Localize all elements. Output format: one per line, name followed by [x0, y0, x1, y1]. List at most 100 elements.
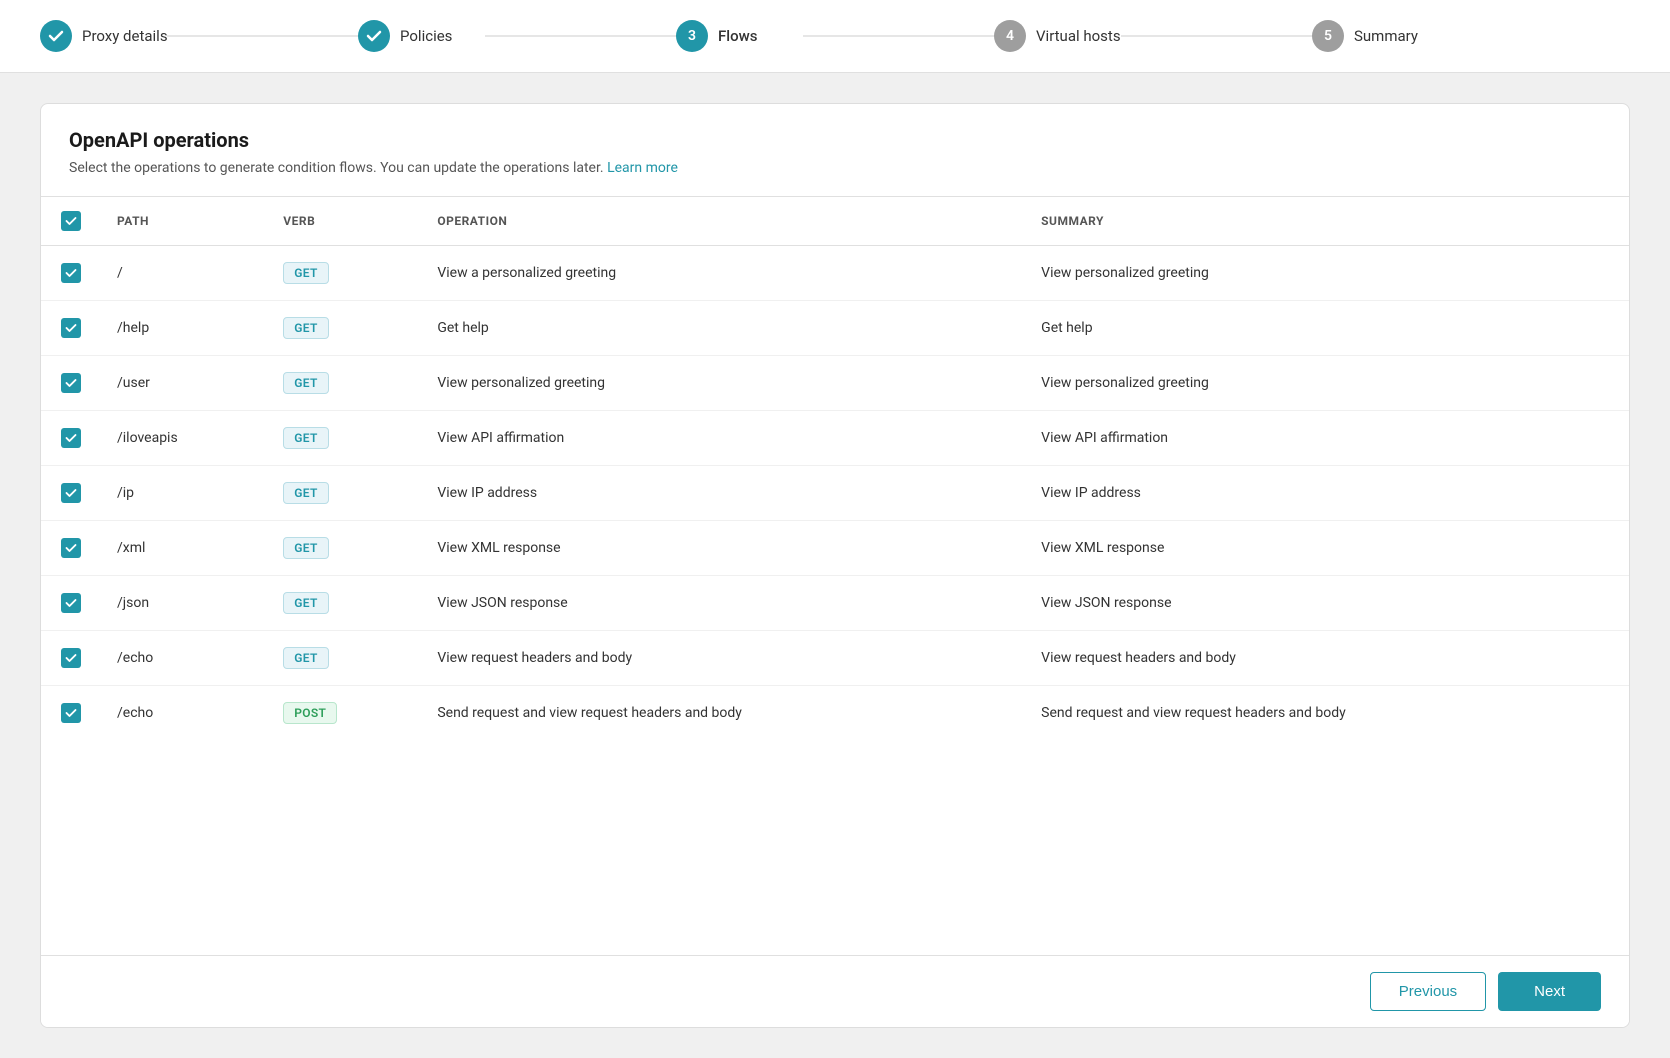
main-content: OpenAPI operations Select the operations…: [0, 73, 1670, 1058]
step-label-flows: Flows: [718, 27, 757, 45]
table-row: /echo POST Send request and view request h…: [41, 686, 1629, 741]
row-checkbox-cell: [41, 576, 101, 631]
row-operation: View request headers and body: [421, 631, 1025, 686]
row-verb: GET: [267, 521, 421, 576]
verb-badge-get: GET: [283, 317, 328, 339]
row-verb: GET: [267, 246, 421, 301]
verb-badge-get: GET: [283, 647, 328, 669]
row-verb: GET: [267, 301, 421, 356]
row-summary: View API affirmation: [1025, 411, 1629, 466]
card-header: OpenAPI operations Select the operations…: [41, 104, 1629, 196]
step-virtual-hosts: 4 Virtual hosts: [994, 20, 1312, 52]
table-row: /ip GET View IP addressView IP address: [41, 466, 1629, 521]
step-circle-summary: 5: [1312, 20, 1344, 52]
table-row: /user GET View personalized greetingView p…: [41, 356, 1629, 411]
col-header-verb: VERB: [267, 197, 421, 246]
col-header-path: PATH: [101, 197, 267, 246]
step-flows: 3 Flows: [676, 20, 994, 52]
row-path: /iloveapis: [101, 411, 267, 466]
row-checkbox-cell: [41, 356, 101, 411]
row-path: /echo: [101, 686, 267, 741]
table-row: /echo GET View request headers and bodyVie…: [41, 631, 1629, 686]
row-checkbox[interactable]: [61, 263, 81, 283]
select-all-checkbox[interactable]: [61, 211, 81, 231]
row-verb: GET: [267, 631, 421, 686]
row-summary: View JSON response: [1025, 576, 1629, 631]
step-label-policies: Policies: [400, 27, 452, 45]
card-footer: Previous Next: [41, 955, 1629, 1027]
table-row: / GET View a personalized greetingView per…: [41, 246, 1629, 301]
col-header-operation: OPERATION: [421, 197, 1025, 246]
verb-badge-get: GET: [283, 262, 328, 284]
row-checkbox-cell: [41, 411, 101, 466]
verb-badge-get: GET: [283, 592, 328, 614]
verb-badge-get: GET: [283, 372, 328, 394]
card-subtitle-text: Select the operations to generate condit…: [69, 160, 604, 176]
row-path: /help: [101, 301, 267, 356]
step-proxy-details: Proxy details: [40, 20, 358, 52]
operations-table-container: PATH VERB OPERATION SUMMARY / GET View a p…: [41, 196, 1629, 955]
verb-badge-get: GET: [283, 482, 328, 504]
row-checkbox[interactable]: [61, 648, 81, 668]
row-operation: View JSON response: [421, 576, 1025, 631]
row-summary: View IP address: [1025, 466, 1629, 521]
step-circle-proxy-details: [40, 20, 72, 52]
row-checkbox-cell: [41, 521, 101, 576]
operations-card: OpenAPI operations Select the operations…: [40, 103, 1630, 1028]
row-summary: View personalized greeting: [1025, 246, 1629, 301]
row-summary: View request headers and body: [1025, 631, 1629, 686]
row-verb: GET: [267, 466, 421, 521]
table-row: /iloveapis GET View API affirmationView AP…: [41, 411, 1629, 466]
row-path: /json: [101, 576, 267, 631]
row-checkbox-cell: [41, 631, 101, 686]
row-operation: View API affirmation: [421, 411, 1025, 466]
row-verb: GET: [267, 411, 421, 466]
row-summary: View personalized greeting: [1025, 356, 1629, 411]
row-checkbox-cell: [41, 686, 101, 741]
row-checkbox-cell: [41, 466, 101, 521]
row-summary: Send request and view request headers an…: [1025, 686, 1629, 741]
step-circle-virtual-hosts: 4: [994, 20, 1026, 52]
step-label-virtual-hosts: Virtual hosts: [1036, 27, 1121, 45]
step-summary: 5 Summary: [1312, 20, 1630, 52]
row-path: /echo: [101, 631, 267, 686]
row-verb: GET: [267, 576, 421, 631]
row-path: /user: [101, 356, 267, 411]
table-row: /help GET Get helpGet help: [41, 301, 1629, 356]
row-operation: Send request and view request headers an…: [421, 686, 1025, 741]
row-path: /ip: [101, 466, 267, 521]
row-path: /xml: [101, 521, 267, 576]
row-operation: View IP address: [421, 466, 1025, 521]
next-button[interactable]: Next: [1498, 972, 1601, 1011]
stepper: Proxy details Policies 3 Flows 4 Virtual…: [0, 0, 1670, 73]
row-checkbox[interactable]: [61, 703, 81, 723]
row-checkbox[interactable]: [61, 483, 81, 503]
row-checkbox[interactable]: [61, 318, 81, 338]
step-circle-flows: 3: [676, 20, 708, 52]
row-summary: View XML response: [1025, 521, 1629, 576]
previous-button[interactable]: Previous: [1370, 972, 1486, 1011]
table-row: /xmlGETView XML responseView XML respons…: [41, 521, 1629, 576]
learn-more-link[interactable]: Learn more: [607, 160, 678, 176]
step-label-proxy-details: Proxy details: [82, 27, 168, 45]
verb-badge-get: GET: [283, 537, 328, 559]
row-checkbox[interactable]: [61, 373, 81, 393]
row-verb: POST: [267, 686, 421, 741]
table-header-row: PATH VERB OPERATION SUMMARY: [41, 197, 1629, 246]
operations-table: PATH VERB OPERATION SUMMARY / GET View a p…: [41, 197, 1629, 740]
row-operation: Get help: [421, 301, 1025, 356]
row-checkbox[interactable]: [61, 428, 81, 448]
row-operation: View personalized greeting: [421, 356, 1025, 411]
step-circle-policies: [358, 20, 390, 52]
card-title: OpenAPI operations: [69, 128, 1601, 152]
col-header-summary: SUMMARY: [1025, 197, 1629, 246]
row-path: /: [101, 246, 267, 301]
step-label-summary: Summary: [1354, 27, 1418, 45]
verb-badge-post: POST: [283, 702, 337, 724]
row-summary: Get help: [1025, 301, 1629, 356]
row-operation: View a personalized greeting: [421, 246, 1025, 301]
row-checkbox[interactable]: [61, 538, 81, 558]
col-header-checkbox: [41, 197, 101, 246]
verb-badge-get: GET: [283, 427, 328, 449]
row-checkbox[interactable]: [61, 593, 81, 613]
